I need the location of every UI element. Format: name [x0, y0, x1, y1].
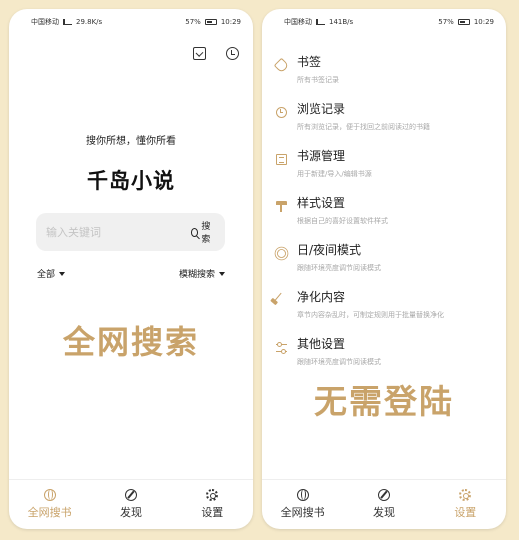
tab-discover[interactable]: 发现 [90, 480, 171, 529]
setting-desc: 所有浏览记录，便于找回之前阅读过的书籍 [297, 123, 430, 131]
status-bar: 中国移动 141B/s 57% 10:29 [262, 9, 506, 35]
search-bar: 搜索 [36, 213, 225, 251]
tab-settings[interactable]: 设置 [425, 480, 506, 529]
setting-purify-content[interactable]: 净化内容 章节内容杂乱时，可制定规则用于批量替换净化 [262, 284, 506, 331]
search-button[interactable]: 搜索 [191, 219, 215, 245]
search-screen: 中国移动 29.8K/s 57% 10:29 搜你所想，懂你所看 千岛小说 搜索… [9, 9, 253, 529]
search-icon [191, 227, 199, 237]
gear-icon [206, 489, 219, 501]
setting-day-night-mode[interactable]: 日/夜间模式 跟随环境亮度调节阅读模式 [262, 237, 506, 284]
sliders-icon [276, 342, 287, 354]
carrier-label: 中国移动 [31, 18, 59, 26]
bottom-tab-bar: 全网搜书 发现 设置 [262, 479, 506, 529]
tab-label: 全网搜书 [280, 506, 325, 519]
setting-title: 其他设置 [297, 337, 346, 351]
battery-icon [457, 19, 470, 25]
status-bar: 中国移动 29.8K/s 57% 10:29 [9, 9, 253, 35]
tab-label: 设置 [454, 506, 477, 519]
slogan: 搜你所想，懂你所看 [86, 136, 176, 147]
search-mode-label: 模糊搜索 [178, 270, 215, 280]
tab-label: 设置 [201, 506, 224, 519]
setting-desc: 跟随环境亮度调节阅读模式 [297, 358, 381, 366]
network-speed: 29.8K/s [76, 18, 103, 26]
clock-time: 10:29 [473, 18, 494, 26]
caret-down-icon [59, 271, 66, 276]
sun-icon [277, 249, 286, 258]
setting-title: 样式设置 [297, 196, 346, 210]
gear-icon [459, 489, 472, 501]
promo-watermark: 无需登陆 [314, 382, 454, 421]
settings-screen: 中国移动 141B/s 57% 10:29 书签 所有书签记录 浏览记录 所有浏… [262, 9, 506, 529]
setting-bookmarks[interactable]: 书签 所有书签记录 [262, 49, 506, 96]
search-mode-dropdown[interactable]: 模糊搜索 [179, 267, 225, 280]
app-title: 千岛小说 [87, 169, 175, 193]
setting-title: 浏览记录 [297, 102, 346, 116]
setting-source-management[interactable]: 书源管理 用于新建/导入/编辑书源 [262, 143, 506, 190]
battery-icon [204, 19, 217, 25]
promo-watermark: 全网搜索 [62, 323, 199, 361]
history-icon[interactable] [226, 47, 239, 60]
tab-search-books[interactable]: 全网搜书 [9, 480, 90, 529]
compass-icon [124, 489, 137, 501]
setting-title: 日/夜间模式 [297, 243, 362, 257]
setting-title: 书源管理 [297, 149, 346, 163]
signal-icon [316, 19, 325, 25]
battery-percent: 57% [438, 18, 454, 26]
settings-list: 书签 所有书签记录 浏览记录 所有浏览记录，便于找回之前阅读过的书籍 书源管理 … [262, 49, 506, 378]
document-icon [276, 154, 287, 165]
globe-icon [296, 489, 309, 501]
tab-discover[interactable]: 发现 [343, 480, 424, 529]
network-speed: 141B/s [329, 18, 354, 26]
search-button-label: 搜索 [201, 222, 211, 245]
setting-desc: 用于新建/导入/编辑书源 [297, 170, 372, 178]
download-icon[interactable] [193, 47, 206, 60]
bottom-tab-bar: 全网搜书 发现 设置 [9, 479, 253, 529]
bookmark-tag-icon [273, 57, 290, 74]
category-dropdown[interactable]: 全部 [37, 267, 66, 280]
setting-desc: 所有书签记录 [297, 76, 339, 84]
signal-icon [63, 19, 72, 25]
globe-icon [43, 489, 56, 501]
setting-other[interactable]: 其他设置 跟随环境亮度调节阅读模式 [262, 331, 506, 378]
clock-icon [276, 107, 287, 118]
tab-label: 全网搜书 [27, 506, 72, 519]
battery-percent: 57% [185, 18, 201, 26]
search-input[interactable] [46, 225, 191, 239]
tab-settings[interactable]: 设置 [172, 480, 253, 529]
setting-history[interactable]: 浏览记录 所有浏览记录，便于找回之前阅读过的书籍 [262, 96, 506, 143]
setting-desc: 跟随环境亮度调节阅读模式 [297, 264, 381, 272]
broom-icon [273, 292, 290, 309]
clock-time: 10:29 [220, 18, 241, 26]
setting-title: 净化内容 [297, 290, 346, 304]
setting-title: 书签 [297, 55, 322, 69]
paint-roller-icon [276, 201, 287, 212]
category-dropdown-label: 全部 [37, 270, 56, 280]
setting-desc: 根据自己的喜好设置软件样式 [297, 217, 388, 225]
compass-icon [377, 489, 390, 501]
setting-style[interactable]: 样式设置 根据自己的喜好设置软件样式 [262, 190, 506, 237]
caret-down-icon [219, 271, 225, 276]
tab-label: 发现 [372, 506, 395, 519]
carrier-label: 中国移动 [284, 18, 312, 26]
tab-search-books[interactable]: 全网搜书 [262, 480, 343, 529]
tab-label: 发现 [119, 506, 142, 519]
setting-desc: 章节内容杂乱时，可制定规则用于批量替换净化 [297, 311, 444, 319]
